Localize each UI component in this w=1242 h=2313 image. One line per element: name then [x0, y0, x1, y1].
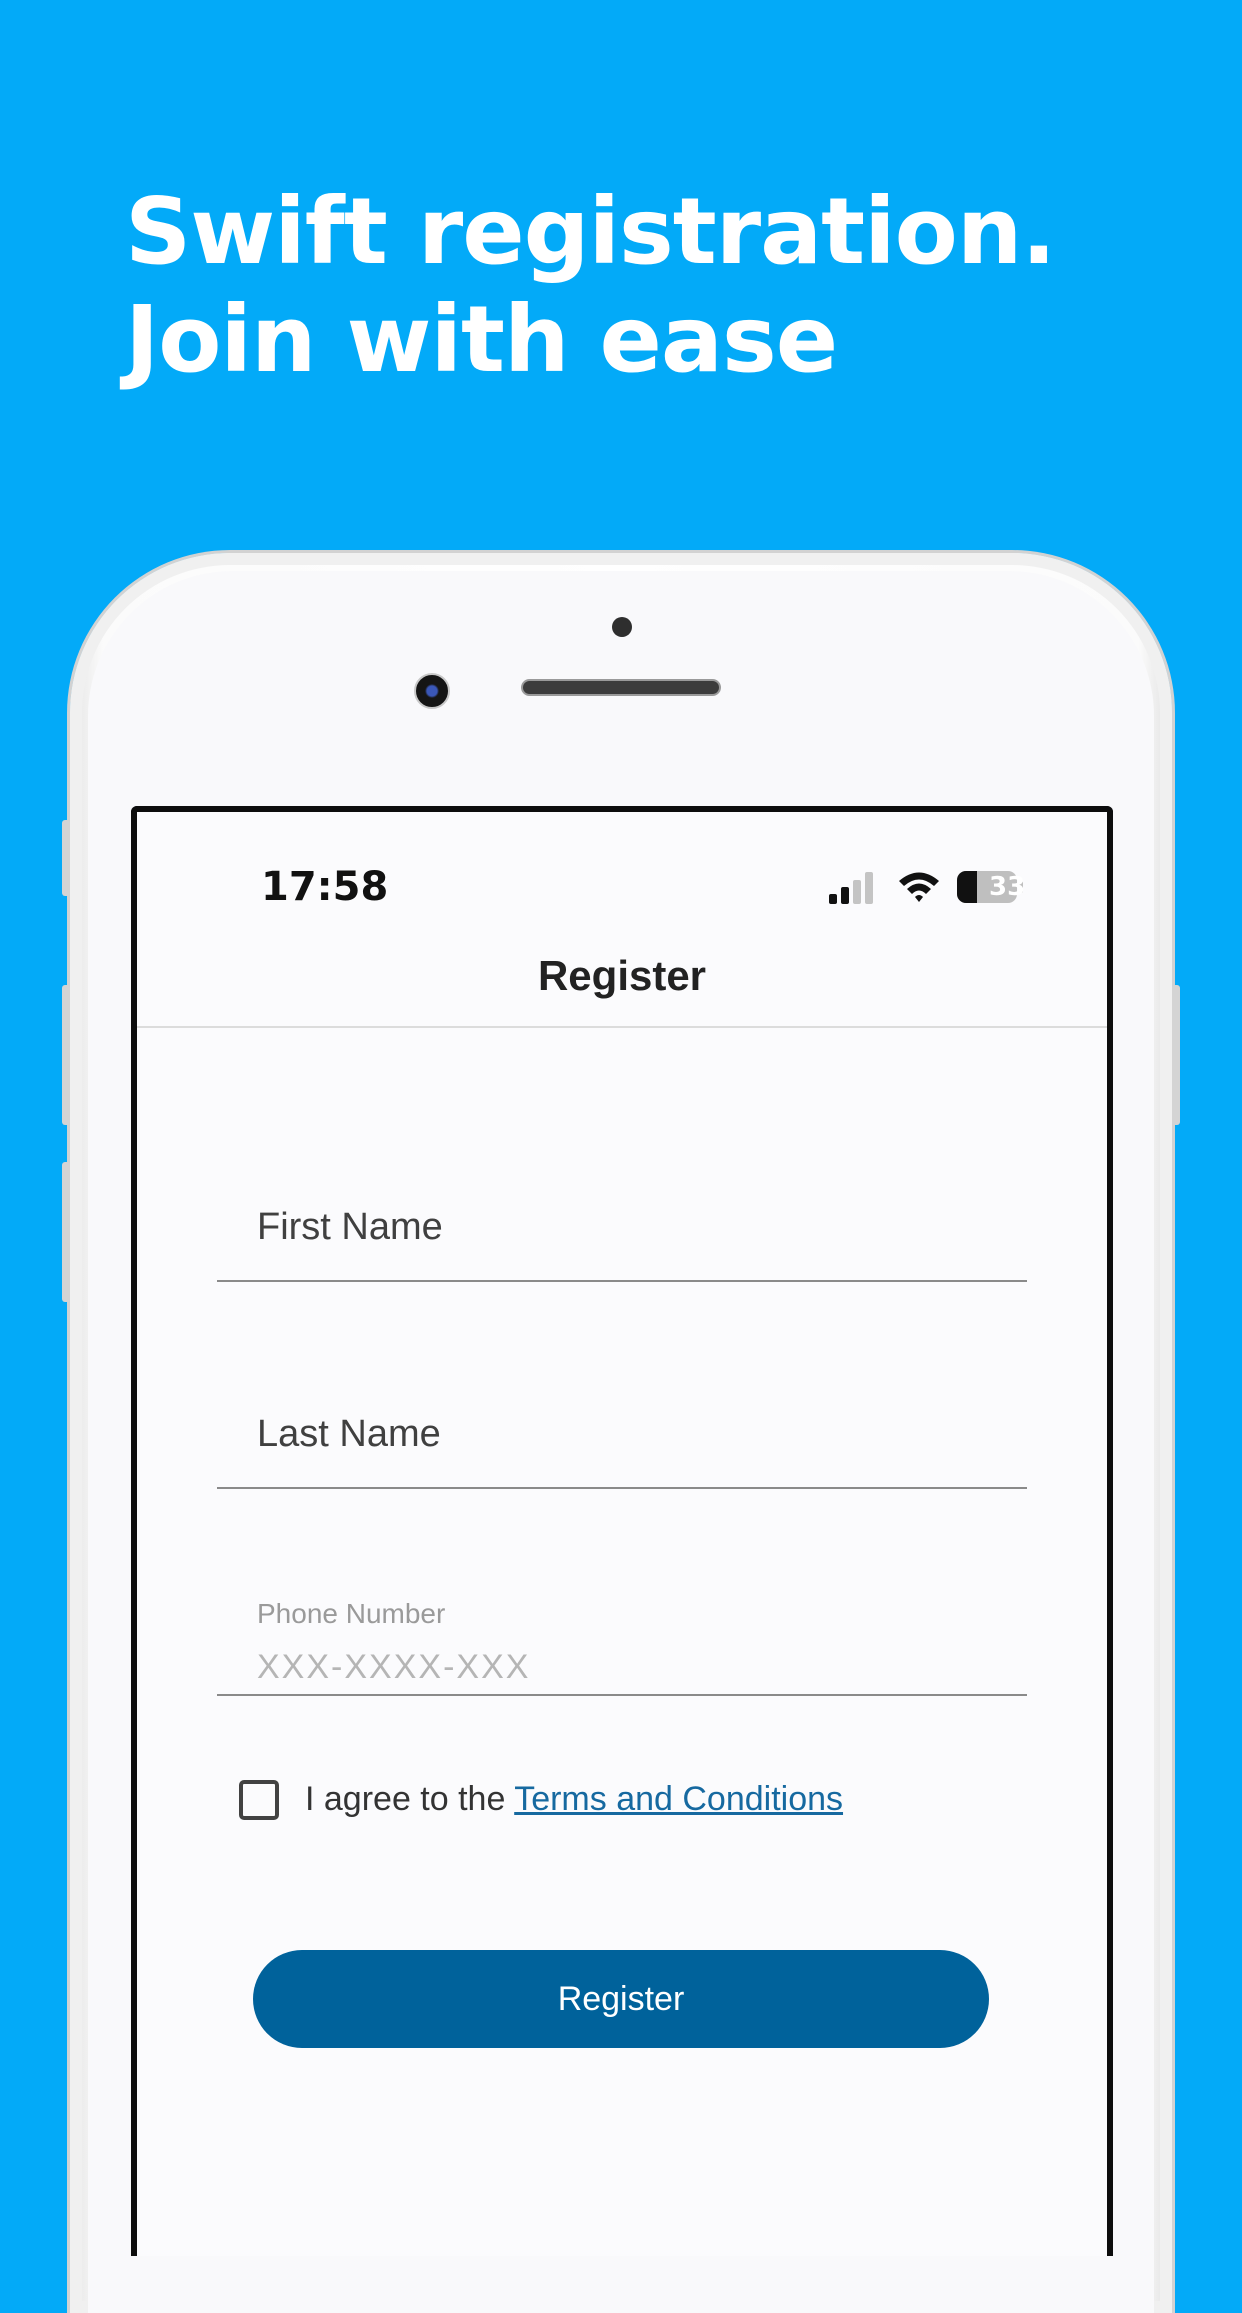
proximity-sensor: [612, 617, 632, 637]
nav-bar: Register: [137, 922, 1107, 1028]
first-name-field[interactable]: First Name: [217, 1142, 1027, 1282]
register-button[interactable]: Register: [253, 1950, 989, 2048]
volume-up-button: [62, 985, 70, 1125]
last-name-placeholder: Last Name: [257, 1413, 441, 1455]
page-title: Register: [537, 952, 707, 999]
phone-number-label: Phone Number: [257, 1598, 446, 1629]
app-screen: 17:58 33 Register First Name Last Name P…: [131, 806, 1113, 2256]
mute-switch: [62, 820, 70, 896]
terms-agreement: I agree to the Terms and Conditions: [305, 1780, 843, 1819]
terms-link[interactable]: Terms and Conditions: [514, 1780, 843, 1818]
terms-checkbox[interactable]: [239, 1780, 279, 1820]
agree-text: I agree to the: [305, 1780, 515, 1818]
last-name-field[interactable]: Last Name: [217, 1349, 1027, 1489]
front-camera: [414, 673, 450, 709]
phone-number-placeholder: XXX-XXXX-XXX: [257, 1648, 531, 1686]
power-button: [1172, 985, 1180, 1125]
volume-down-button: [62, 1162, 70, 1302]
status-bar: 17:58 33: [137, 812, 1107, 922]
promo-headline: Swift registration. Join with ease: [125, 178, 1056, 393]
phone-number-field[interactable]: Phone Number XXX-XXXX-XXX: [217, 1556, 1027, 1696]
status-time: 17:58: [261, 864, 389, 910]
earpiece-speaker: [521, 679, 721, 696]
signal-icon: [829, 872, 873, 904]
wifi-icon: [899, 872, 939, 902]
first-name-placeholder: First Name: [257, 1206, 443, 1248]
battery-level: 33: [989, 872, 1026, 902]
